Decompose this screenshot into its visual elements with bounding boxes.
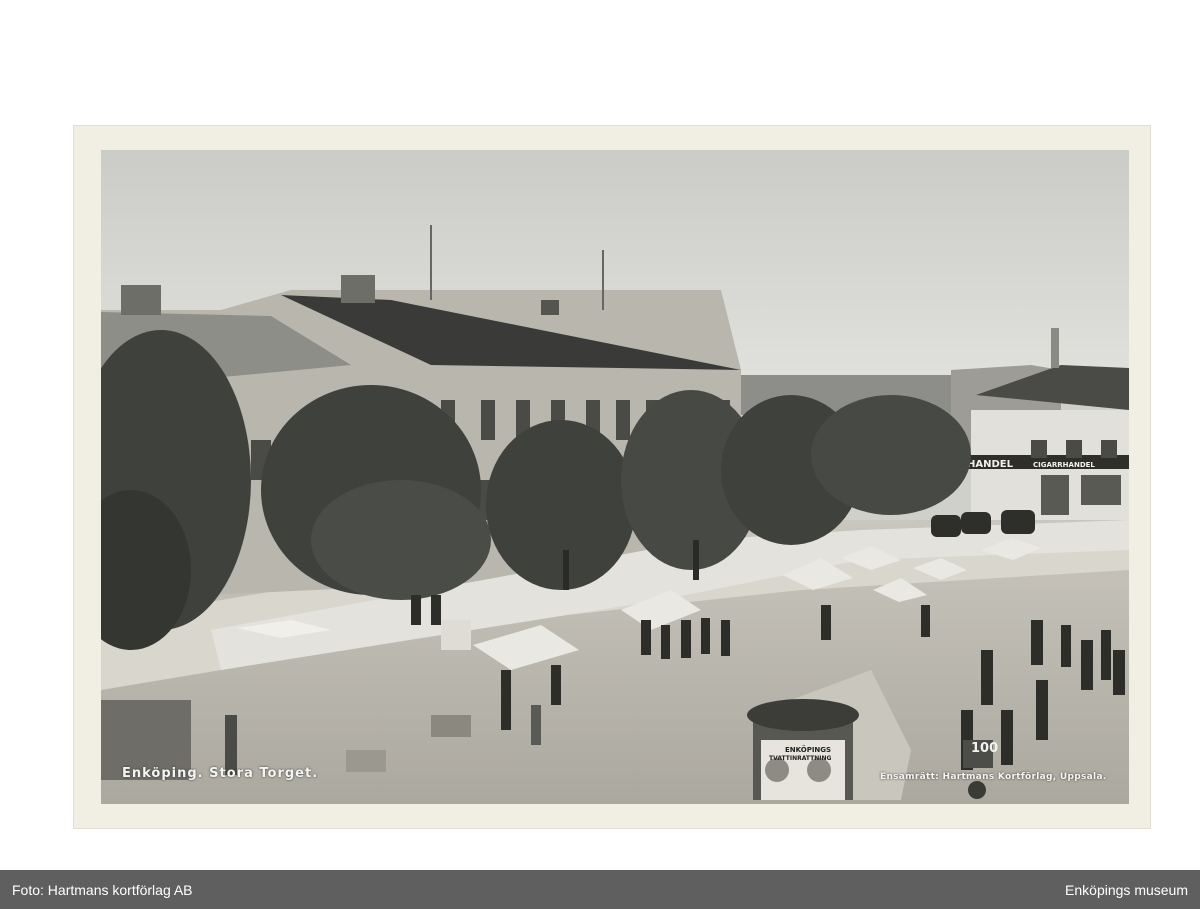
museum-credit: Enköpings museum	[1065, 882, 1188, 898]
photo-credit: Foto: Hartmans kortförlag AB	[12, 882, 193, 898]
footer-bar: Foto: Hartmans kortförlag AB Enköpings m…	[0, 870, 1200, 909]
parked-cars	[931, 510, 1035, 537]
handel-sign: HANDEL	[967, 459, 1014, 470]
kiosk-sign-mid: TVATTINRATTNING	[769, 755, 831, 762]
postcard-caption: Enköping. Stora Torget.	[122, 766, 319, 781]
image-viewer: HANDEL CIGARRHANDEL ENKÖPINGS TVATTINRAT…	[0, 0, 1200, 870]
publisher-caption: Ensamrätt: Hartmans Kortförlag, Uppsala.	[880, 772, 1107, 782]
kiosk-sign-top: ENKÖPINGS	[785, 745, 831, 754]
cigarrhandel-sign: CIGARRHANDEL	[1033, 461, 1095, 469]
cart-number: 100	[971, 741, 998, 756]
market-square-photo: HANDEL CIGARRHANDEL ENKÖPINGS TVATTINRAT…	[101, 150, 1129, 804]
